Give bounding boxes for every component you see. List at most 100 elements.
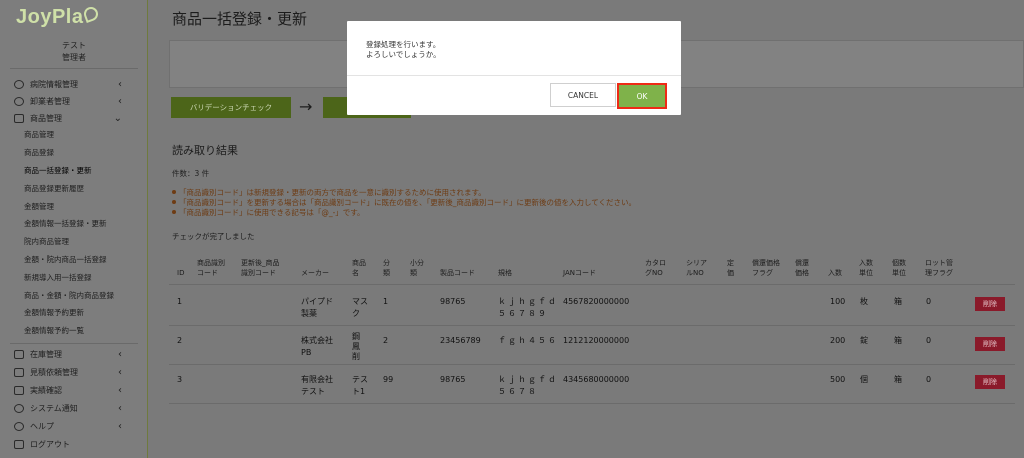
cell-maker: 株式会社 PB (301, 336, 333, 357)
sub-item[interactable]: 商品登録更新履歴 (24, 182, 84, 196)
ok-button[interactable]: OK (617, 83, 667, 109)
cell-spec: ｋｊｈｇｆｄ ５６７８ (498, 375, 558, 396)
users-icon (14, 96, 24, 106)
sidebar: JoyPla テスト 管理者 病院情報管理 ‹ 卸業者管理 ‹ 商品管理 ⌄ 商品管理… (0, 0, 148, 458)
dialog-message-line2: よろしいでしょうか。 (366, 50, 441, 59)
nav-estimate[interactable]: 見積依頼管理 ‹ (0, 364, 148, 380)
nav-results[interactable]: 実績確認 ‹ (0, 382, 148, 398)
cell-spec: ｋｊｈｇｆｄ ５６７８９ (498, 297, 558, 318)
cell-quantity: 100 (830, 297, 846, 306)
row-divider (169, 284, 1015, 285)
check-complete-message: チェックが完了しました (172, 232, 255, 241)
cell-jan: 4345680000000 (563, 375, 630, 384)
nav-wholesaler[interactable]: 卸業者管理 ‹ (0, 93, 148, 109)
col-header: メーカー (301, 269, 329, 277)
sub-item[interactable]: 金額・院内商品一括登録 (24, 253, 107, 267)
note-item: 「商品識別コード」に使用できる記号は「@_-」です。 (172, 208, 636, 218)
nav-stock[interactable]: 在庫管理 ‹ (0, 346, 148, 362)
nav-logout[interactable]: ログアウト (0, 436, 148, 452)
delete-button[interactable]: 削除 (975, 337, 1005, 351)
note-item: 「商品識別コード」を更新する場合は「商品識別コード」に既在の値を、「更新後_商品… (172, 198, 636, 208)
cell-product-code: 23456789 (440, 336, 481, 345)
database-icon (14, 349, 24, 359)
cell-maker: パイプド 製薬 (301, 297, 333, 318)
file-icon (14, 367, 24, 377)
dialog-message: 登録処理を行います。 よろしいでしょうか。 (366, 40, 441, 60)
sub-item[interactable]: 商品・金額・院内商品登録 (24, 289, 114, 303)
cell-spec: ｆｇｈ４５６ (498, 336, 558, 345)
col-header: 規格 (498, 269, 512, 277)
cell-id: 3 (177, 375, 183, 384)
cell-item-unit: 箱 (894, 297, 902, 306)
col-header: シリア ルNO (686, 259, 707, 277)
user-role: 管理者 (62, 53, 86, 62)
chevron-down-icon: ⌄ (113, 112, 122, 124)
edit-icon (14, 385, 24, 395)
delete-button[interactable]: 削除 (975, 375, 1005, 389)
sub-item-active[interactable]: 商品一括登録・更新 (24, 164, 92, 178)
cell-category: 2 (383, 336, 389, 345)
col-header: 償還 価格 (795, 259, 809, 277)
divider (10, 68, 138, 69)
col-header: 商品 名 (352, 259, 366, 277)
validation-check-button[interactable]: バリデーションチェック (171, 97, 291, 118)
chevron-left-icon: ‹ (118, 95, 122, 107)
box-icon (14, 113, 24, 123)
sub-item[interactable]: 金額管理 (24, 200, 54, 214)
cell-lot-flag: 0 (926, 297, 932, 306)
leaf-icon (82, 5, 101, 23)
sub-item[interactable]: 商品管理 (24, 128, 54, 142)
users-icon (14, 79, 24, 89)
cell-id: 1 (177, 297, 183, 306)
chevron-left-icon: ‹ (118, 384, 122, 396)
chevron-left-icon: ‹ (118, 348, 122, 360)
question-icon (14, 421, 24, 431)
note-item: 「商品識別コード」は新規登録・更新の両方で商品を一意に識別するために使用されます… (172, 188, 636, 198)
info-icon (14, 403, 24, 413)
cell-maker: 有限会社 テスト (301, 375, 333, 396)
col-header: ロット管 理フラグ (925, 259, 953, 277)
chevron-left-icon: ‹ (118, 402, 122, 414)
col-header: 定 価 (727, 259, 734, 277)
col-header: カタロ グNO (645, 259, 666, 277)
row-divider (169, 325, 1015, 326)
nav-hospital[interactable]: 病院情報管理 ‹ (0, 76, 148, 92)
sub-item[interactable]: 新規導入用一括登録 (24, 271, 92, 285)
col-header: 償還価格 フラグ (752, 259, 780, 277)
cell-jan: 1212120000000 (563, 336, 630, 345)
cell-product-name: テス ト1 (352, 375, 368, 396)
notes: 「商品識別コード」は新規登録・更新の両方で商品を一意に識別するために使用されます… (172, 188, 636, 218)
sub-item[interactable]: 院内商品管理 (24, 235, 69, 249)
divider (10, 343, 138, 344)
nav-help[interactable]: ヘルプ ‹ (0, 418, 148, 434)
cancel-button[interactable]: CANCEL (550, 83, 616, 107)
cell-category: 99 (383, 375, 394, 384)
cell-quantity-unit: 枚 (860, 297, 868, 306)
cell-product-name: マス ク (352, 297, 368, 318)
sub-item[interactable]: 金額情報一括登録・更新 (24, 217, 107, 231)
col-header: ID (177, 269, 185, 277)
joypla-logo[interactable]: JoyPla (16, 5, 101, 29)
cell-quantity-unit: 錠 (860, 336, 868, 345)
nav-notice[interactable]: システム通知 ‹ (0, 400, 148, 416)
divider (347, 75, 681, 76)
col-header: 個数 単位 (892, 259, 906, 277)
col-header: 商品識別 コード (197, 259, 225, 277)
sub-item[interactable]: 金額情報予約一覧 (24, 324, 84, 338)
col-header: 分 類 (383, 259, 390, 277)
row-divider (169, 364, 1015, 365)
sub-item[interactable]: 金額情報予約更新 (24, 306, 84, 320)
result-count: 件数：3 件 (172, 169, 210, 178)
nav-product[interactable]: 商品管理 ⌄ (0, 110, 148, 126)
cell-lot-flag: 0 (926, 336, 932, 345)
sub-item[interactable]: 商品登録 (24, 146, 54, 160)
cell-quantity: 500 (830, 375, 846, 384)
chevron-left-icon: ‹ (118, 366, 122, 378)
col-header: 更新後_商品 識別コード (241, 259, 280, 277)
chevron-left-icon: ‹ (118, 78, 122, 90)
col-header: 入数 (828, 269, 842, 277)
cell-item-unit: 箱 (894, 336, 902, 345)
row-divider (169, 403, 1015, 404)
delete-button[interactable]: 削除 (975, 297, 1005, 311)
cell-product-name: 鋼 鳳 削 (352, 332, 360, 361)
